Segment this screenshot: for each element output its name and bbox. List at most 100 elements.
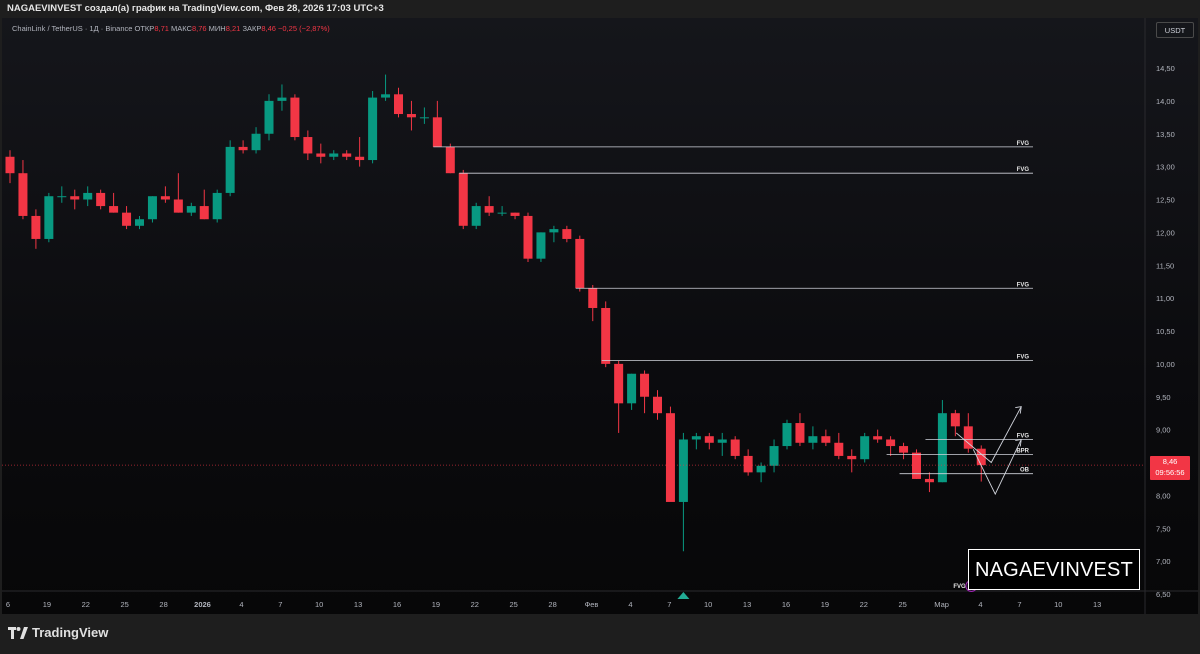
tradingview-logo[interactable]: TradingView	[8, 625, 108, 640]
candle-body	[238, 146, 248, 151]
candle-body	[31, 215, 41, 239]
time-tick-label: 22	[860, 600, 868, 609]
candle-body	[873, 436, 883, 440]
zone-label: OB	[1020, 468, 1030, 474]
projection-path-down	[972, 439, 1022, 496]
candle-body	[653, 396, 662, 414]
price-tick-label: 13,00	[1156, 163, 1175, 172]
candle-body	[445, 146, 455, 174]
watermark-brand-box: NAGAEVINVEST	[968, 549, 1140, 590]
time-tick-label: 4	[239, 600, 243, 609]
time-tick-label: 13	[743, 600, 751, 609]
time-tick-label: 2026	[194, 600, 211, 609]
currency-button[interactable]: USDT	[1156, 22, 1194, 38]
time-tick-label: 19	[821, 600, 829, 609]
price-tick-label: 9,00	[1156, 426, 1171, 435]
candle-body	[950, 413, 960, 427]
candle-body	[730, 439, 740, 456]
time-tick-label: 22	[82, 600, 90, 609]
candle-body	[601, 307, 611, 364]
open-label: ОТКР	[134, 24, 155, 33]
candle-body	[199, 206, 209, 220]
candle-body	[549, 229, 559, 233]
candle-body	[355, 156, 365, 161]
footer-bar	[0, 614, 1200, 654]
candle-body	[886, 439, 896, 447]
candle-body	[290, 97, 300, 138]
candle-body	[821, 436, 831, 443]
last-price-value: 8,46	[1162, 457, 1178, 466]
candle-body	[251, 133, 261, 151]
time-tick-label: 7	[1017, 600, 1021, 609]
chart-area[interactable]: 14,50 14,00 13,50 13,00 12,50 12,00 11,50 11,00…	[2, 18, 1198, 614]
candle-body	[381, 94, 391, 98]
candle-body	[368, 97, 378, 161]
candle-body	[173, 199, 183, 213]
candle-body	[147, 196, 157, 220]
zone-label: FVG	[1017, 355, 1030, 361]
candle-body	[678, 439, 688, 502]
time-tick-label: 10	[1054, 600, 1062, 609]
candle-body	[57, 196, 67, 198]
time-tick-label: 13	[1093, 600, 1101, 609]
time-tick-label: 7	[278, 600, 282, 609]
time-tick-label: 4	[978, 600, 982, 609]
time-tick-label: Фев	[585, 600, 599, 609]
event-marker-icon	[677, 592, 690, 599]
candle-body	[704, 436, 714, 443]
symbol-name: ChainLink / TetherUS · 1Д · Binance	[12, 24, 133, 33]
time-tick-label: 25	[899, 600, 907, 609]
candle-body	[186, 206, 196, 213]
price-tick-label: 9,50	[1156, 393, 1171, 402]
candle-body	[924, 478, 934, 483]
candle-body	[523, 215, 533, 259]
candle-body	[562, 229, 572, 239]
time-tick-label: 25	[510, 600, 518, 609]
time-tick-label: 10	[704, 600, 712, 609]
candle-body	[510, 212, 520, 216]
candle-body	[899, 446, 909, 453]
candle-body	[264, 100, 274, 134]
close-value: 8,46	[261, 24, 276, 33]
candle-body	[756, 465, 766, 473]
candle-body	[83, 192, 93, 200]
tradingview-logo-text: TradingView	[32, 625, 109, 640]
candle-body	[484, 206, 494, 213]
candle-body	[70, 196, 80, 200]
candle-body	[834, 442, 844, 456]
tradingview-logo-icon	[8, 626, 28, 639]
candlestick-chart[interactable]: 14,50 14,00 13,50 13,00 12,50 12,00 11,50 11,00…	[2, 18, 1198, 614]
price-tick-label: 12,00	[1156, 228, 1175, 237]
candle-body	[497, 212, 507, 214]
candle-body	[225, 146, 235, 193]
time-tick-label: 7	[667, 600, 671, 609]
candle-body	[640, 373, 650, 397]
price-tick-label: 7,50	[1156, 524, 1171, 533]
time-tick-label: 10	[315, 600, 323, 609]
zone-label: FVG	[1017, 141, 1030, 147]
candle-body	[665, 413, 675, 502]
candle-body	[277, 97, 287, 101]
candle-body	[44, 196, 54, 239]
candle-body	[912, 452, 921, 479]
candle-body	[432, 117, 442, 147]
high-label: МАКС	[171, 24, 192, 33]
zone-label: FVG	[1017, 167, 1030, 173]
candle-body	[316, 153, 326, 157]
time-tick-label: 16	[393, 600, 401, 609]
zone-label: BPR	[1016, 449, 1029, 455]
time-tick-label: 16	[782, 600, 790, 609]
candle-body	[135, 219, 144, 226]
candle-body	[406, 114, 416, 118]
low-value: 8,21	[225, 24, 241, 33]
candle-body	[860, 436, 870, 460]
zone-label: FVG	[1017, 282, 1030, 288]
candle-body	[5, 156, 15, 174]
candle-body	[96, 192, 106, 207]
candle-body	[109, 206, 119, 213]
candle-body	[717, 439, 727, 443]
time-tick-label: 4	[628, 600, 632, 609]
candle-body	[212, 192, 222, 220]
price-tick-label: 10,50	[1156, 327, 1175, 336]
candle-body	[394, 94, 403, 115]
